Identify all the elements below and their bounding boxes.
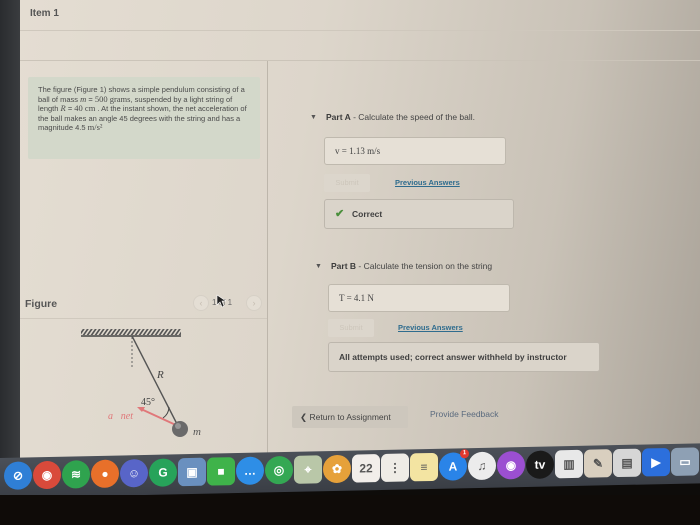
dock-spotify-glyph: ≋: [70, 467, 82, 482]
mastering-physics-page: Item 1 The figure (Figure 1) shows a sim…: [20, 0, 700, 462]
acceleration-label: a⃗net: [108, 411, 133, 422]
dock-podcasts-icon[interactable]: ◉: [497, 451, 525, 480]
dock-maps-glyph: ⌖: [304, 461, 312, 477]
dock-firefox-icon[interactable]: ●: [91, 459, 119, 489]
subheader-bar: [20, 31, 700, 61]
problem-statement: The figure (Figure 1) shows a simple pen…: [38, 85, 247, 133]
pendulum-ball: [172, 421, 188, 437]
dock-reminders-icon[interactable]: ⋮: [381, 453, 409, 483]
dock-messages-glyph: …: [244, 463, 256, 478]
dock-spotify-icon[interactable]: ≋: [62, 460, 90, 489]
problem-statement-box: The figure (Figure 1) shows a simple pen…: [28, 77, 260, 159]
figure-label: Figure: [25, 298, 58, 310]
dock-preview-icon[interactable]: ▣: [178, 457, 206, 487]
angle-label: 45°: [141, 397, 155, 408]
dock-zoom-icon[interactable]: ▶: [642, 447, 670, 477]
screen: Item 1 The figure (Figure 1) shows a sim…: [0, 0, 700, 525]
pendulum-figure: R 45° a⃗net m: [81, 329, 201, 438]
dock-photos-icon[interactable]: ✿: [323, 454, 351, 484]
part-b-feedback-box: All attempts used; correct answer withhe…: [328, 342, 600, 372]
dock-reminders-glyph: ⋮: [389, 460, 401, 475]
part-b-title[interactable]: Part B - Calculate the tension on the st…: [331, 261, 492, 271]
item-title: Item 1: [30, 8, 59, 19]
part-b-feedback-text: All attempts used; correct answer withhe…: [339, 352, 567, 362]
part-b-previous-answers-link[interactable]: Previous Answers: [398, 323, 463, 332]
check-icon: ✔: [335, 208, 345, 220]
dock-pages-icon[interactable]: ✎: [584, 449, 612, 478]
part-b-answer-field[interactable]: T = 4.1 N: [328, 284, 510, 312]
questions-panel: ▼ Part A - Calculate the speed of the ba…: [268, 61, 700, 462]
provide-feedback-link[interactable]: Provide Feedback: [430, 409, 499, 419]
dock-music-icon[interactable]: ♫: [468, 451, 496, 481]
dock-firefox-glyph: ●: [101, 466, 109, 481]
dock-discord-icon[interactable]: ☺: [120, 458, 148, 488]
part-a-feedback-box: ✔ Correct: [324, 199, 514, 229]
dock-preview-glyph: ▣: [186, 464, 198, 480]
part-b-submit-button[interactable]: Submit: [328, 319, 374, 337]
figure-header: Figure ‹ 1 of 1 ›: [20, 291, 267, 319]
part-b-collapse-caret-icon[interactable]: ▼: [315, 263, 322, 270]
previous-figure-button[interactable]: ‹: [193, 295, 209, 311]
part-a-previous-answers-link[interactable]: Previous Answers: [395, 178, 460, 187]
dock-apple-tv-icon[interactable]: tv: [526, 450, 554, 479]
item-header: Item 1: [20, 0, 700, 31]
part-b-answer-value: T = 4.1 N: [339, 293, 374, 303]
dock-photos-glyph: ✿: [331, 461, 343, 477]
dock-podcasts-glyph: ◉: [505, 458, 517, 473]
dock-zoom-glyph: ▶: [651, 455, 661, 470]
problem-panel: The figure (Figure 1) shows a simple pen…: [20, 61, 267, 462]
dock-screenshot-thumbnail-icon[interactable]: ▭: [671, 447, 699, 476]
dock-facetime-glyph: ■: [217, 464, 225, 479]
ceiling-hatch: [81, 329, 181, 335]
mouse-cursor-icon: [216, 294, 226, 308]
dock-numbers-icon[interactable]: ▥: [555, 449, 583, 479]
dock-pages-glyph: ✎: [592, 456, 604, 471]
dock-calendar-glyph: 22: [359, 461, 373, 476]
dock-grammarly-glyph: G: [158, 465, 168, 480]
dock-keynote-icon[interactable]: ▤: [613, 448, 641, 478]
acceleration-vector: [140, 408, 179, 427]
dock-apple-tv-glyph: tv: [534, 457, 546, 472]
return-to-assignment-button[interactable]: ❮ Return to Assignment: [292, 406, 408, 428]
desk-background: [0, 495, 700, 525]
dock-facetime-icon[interactable]: ■: [207, 457, 235, 486]
monitor-bezel: [0, 0, 20, 470]
length-label: R: [156, 369, 164, 381]
angle-arc: [162, 406, 170, 419]
part-a-title[interactable]: Part A - Calculate the speed of the ball…: [326, 112, 475, 122]
dock-safari-icon[interactable]: ⊘: [4, 461, 32, 490]
dock-music-glyph: ♫: [477, 458, 487, 473]
dock-calendar-icon[interactable]: 22: [352, 454, 380, 483]
dock-find-my-icon[interactable]: ◎: [265, 455, 293, 485]
mass-label: m: [193, 426, 201, 438]
next-figure-button[interactable]: ›: [246, 295, 262, 311]
part-a-feedback-text: Correct: [352, 209, 383, 219]
dock-grammarly-icon[interactable]: G: [149, 458, 177, 487]
dock-find-my-glyph: ◎: [273, 463, 285, 478]
part-a-submit-button[interactable]: Submit: [324, 174, 370, 192]
dock-numbers-glyph: ▥: [563, 456, 575, 472]
dock-chrome-glyph: ◉: [41, 467, 53, 483]
part-a-answer-field[interactable]: v = 1.13 m/s: [324, 137, 506, 165]
dock-messages-icon[interactable]: …: [236, 456, 264, 486]
dock-notes-glyph: ≡: [420, 460, 428, 475]
dock-chrome-icon[interactable]: ◉: [33, 460, 61, 490]
pendulum-string: [131, 335, 179, 427]
dock-screenshot-thumbnail-glyph: ▭: [679, 454, 691, 469]
part-a-answer-value: v = 1.13 m/s: [335, 146, 381, 156]
dock-safari-glyph: ⊘: [12, 468, 24, 483]
part-a-collapse-caret-icon[interactable]: ▼: [310, 114, 317, 121]
notification-badge: 1: [460, 449, 469, 459]
dock-discord-glyph: ☺: [127, 466, 141, 481]
dock-maps-icon[interactable]: ⌖: [294, 455, 322, 484]
dock-notes-icon[interactable]: ≡: [410, 452, 438, 482]
dock-keynote-glyph: ▤: [621, 455, 633, 470]
dock-app-store-glyph: A: [448, 459, 458, 474]
dock-app-store-icon[interactable]: A1: [439, 449, 469, 481]
